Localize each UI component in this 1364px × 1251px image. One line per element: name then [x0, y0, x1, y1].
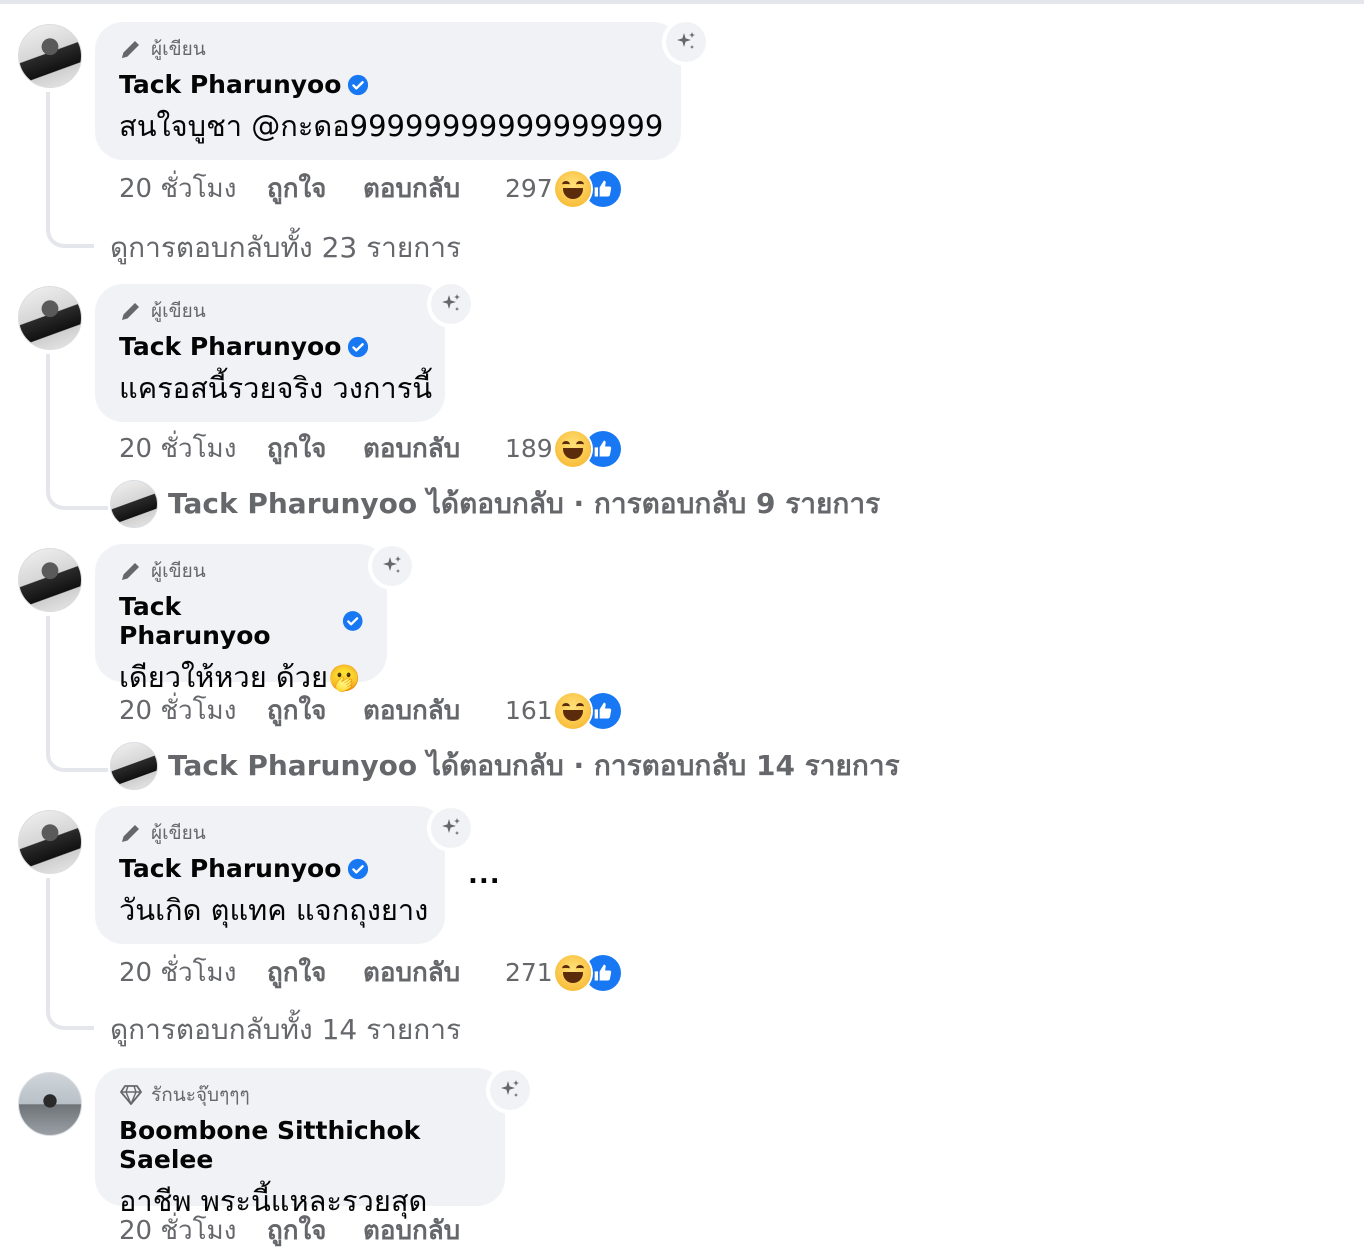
reply-button[interactable]: ตอบกลับ: [363, 690, 505, 731]
comment-actions: 20 ชั่วโมง ถูกใจ ตอบกลับ 271: [119, 952, 621, 993]
badge-label: ผู้เขียน: [151, 822, 206, 844]
comment-bubble: ผู้เขียน Tack Pharunyoo เดียวให้หวย ด้วย…: [95, 544, 387, 694]
replies-text: Tack Pharunyoo ได้ตอบกลับ · การตอบกลับ 1…: [168, 749, 900, 782]
timestamp[interactable]: 20 ชั่วโมง: [119, 428, 267, 469]
haha-reaction-icon: [554, 430, 591, 467]
avatar: [110, 742, 158, 790]
thread-line: [46, 878, 94, 1030]
timestamp[interactable]: 20 ชั่วโมง: [119, 690, 267, 731]
view-replies-link[interactable]: Tack Pharunyoo ได้ตอบกลับ · การตอบกลับ 9…: [110, 480, 880, 528]
reply-button[interactable]: ตอบกลับ: [363, 1210, 505, 1251]
badge-label: ผู้เขียน: [151, 300, 206, 322]
verified-icon: [348, 858, 369, 879]
timestamp[interactable]: 20 ชั่วโมง: [119, 168, 267, 209]
avatar[interactable]: [18, 24, 82, 88]
avatar[interactable]: [18, 286, 82, 350]
comment-text: สนใจบูชา @กะดอ99999999999999999: [119, 109, 664, 143]
view-replies-link[interactable]: Tack Pharunyoo ได้ตอบกลับ · การตอบกลับ 1…: [110, 742, 900, 790]
avatar: [110, 480, 158, 528]
like-button[interactable]: ถูกใจ: [267, 168, 363, 209]
comment-bubble: ผู้เขียน Tack Pharunyoo แครอสนี้รวยจริง …: [95, 284, 445, 422]
reactions[interactable]: [554, 170, 621, 207]
sparkle-icon: [677, 32, 695, 49]
verified-icon: [348, 74, 369, 95]
comment-text: วันเกิด ตุแทค แจกถุงยาง: [119, 893, 429, 927]
haha-reaction-icon: [554, 692, 591, 729]
like-button[interactable]: ถูกใจ: [267, 428, 363, 469]
like-button[interactable]: ถูกใจ: [267, 952, 363, 993]
badge-label: ผู้เขียน: [151, 560, 206, 582]
top-divider: [0, 0, 1364, 4]
pencil-icon: [122, 825, 139, 842]
thread-line: [46, 92, 94, 248]
reply-button[interactable]: ตอบกลับ: [363, 168, 505, 209]
sparkle-icon: [442, 294, 460, 311]
sparkle-button[interactable]: [666, 22, 706, 62]
avatar[interactable]: [18, 548, 82, 612]
author-badge: ผู้เขียน: [119, 298, 421, 324]
author-badge: รักนะจุ๊บๆๆๆ: [119, 1082, 481, 1108]
sparkle-icon: [501, 1080, 519, 1097]
comment-text: แครอสนี้รวยจริง วงการนี้: [119, 371, 433, 405]
pencil-icon: [122, 563, 139, 580]
replies-text: ดูการตอบกลับทั้ง 14 รายการ: [110, 1013, 461, 1046]
badge-label: ผู้เขียน: [151, 38, 206, 60]
reply-button[interactable]: ตอบกลับ: [363, 952, 505, 993]
author-badge: ผู้เขียน: [119, 36, 657, 62]
sparkle-button[interactable]: [372, 546, 412, 586]
author-name[interactable]: Tack Pharunyoo: [119, 854, 341, 883]
like-button[interactable]: ถูกใจ: [267, 690, 363, 731]
reply-button[interactable]: ตอบกลับ: [363, 428, 505, 469]
sparkle-icon: [442, 818, 460, 835]
view-replies-link[interactable]: ดูการตอบกลับทั้ง 23 รายการ: [110, 226, 461, 270]
diamond-icon: [120, 1085, 142, 1105]
verified-icon: [342, 611, 363, 631]
avatar[interactable]: [18, 810, 82, 874]
author-badge: ผู้เขียน: [119, 558, 363, 584]
comment-actions: 20 ชั่วโมง ถูกใจ ตอบกลับ 161: [119, 690, 621, 731]
verified-icon: [348, 336, 369, 357]
pencil-icon: [122, 41, 139, 58]
avatar[interactable]: [18, 1072, 82, 1136]
replies-text: Tack Pharunyoo ได้ตอบกลับ · การตอบกลับ 9…: [168, 487, 881, 520]
author-name[interactable]: Boombone Sitthichok Saelee: [119, 1116, 481, 1174]
comment-actions: 20 ชั่วโมง ถูกใจ ตอบกลับ: [119, 1210, 505, 1251]
reactions[interactable]: [554, 430, 621, 467]
reactions[interactable]: [554, 692, 621, 729]
comment-actions: 20 ชั่วโมง ถูกใจ ตอบกลับ 297: [119, 168, 621, 209]
reaction-count[interactable]: 271: [505, 958, 553, 987]
author-name[interactable]: Tack Pharunyoo: [119, 592, 336, 650]
replies-text: ดูการตอบกลับทั้ง 23 รายการ: [110, 231, 461, 264]
reaction-count[interactable]: 161: [505, 696, 553, 725]
view-replies-link[interactable]: ดูการตอบกลับทั้ง 14 รายการ: [110, 1008, 461, 1052]
author-name[interactable]: Tack Pharunyoo: [119, 70, 341, 99]
reaction-count[interactable]: 297: [505, 174, 553, 203]
comment-actions: 20 ชั่วโมง ถูกใจ ตอบกลับ 189: [119, 428, 621, 469]
author-name[interactable]: Tack Pharunyoo: [119, 332, 341, 361]
badge-label: รักนะจุ๊บๆๆๆ: [151, 1084, 250, 1106]
timestamp[interactable]: 20 ชั่วโมง: [119, 1210, 267, 1251]
reaction-count[interactable]: 189: [505, 434, 553, 463]
like-button[interactable]: ถูกใจ: [267, 1210, 363, 1251]
pencil-icon: [122, 303, 139, 320]
comment-bubble: ผู้เขียน Tack Pharunyoo สนใจบูชา @กะดอ99…: [95, 22, 681, 160]
sparkle-icon: [383, 556, 401, 573]
timestamp[interactable]: 20 ชั่วโมง: [119, 952, 267, 993]
sparkle-button[interactable]: [431, 808, 471, 848]
reactions[interactable]: [554, 954, 621, 991]
author-badge: ผู้เขียน: [119, 820, 421, 846]
more-options-button[interactable]: ...: [468, 860, 501, 890]
comment-bubble: รักนะจุ๊บๆๆๆ Boombone Sitthichok Saelee …: [95, 1068, 505, 1218]
haha-reaction-icon: [554, 170, 591, 207]
sparkle-button[interactable]: [431, 284, 471, 324]
haha-reaction-icon: [554, 954, 591, 991]
sparkle-button[interactable]: [490, 1070, 530, 1110]
comment-bubble: ผู้เขียน Tack Pharunyoo วันเกิด ตุแทค แจ…: [95, 806, 445, 944]
